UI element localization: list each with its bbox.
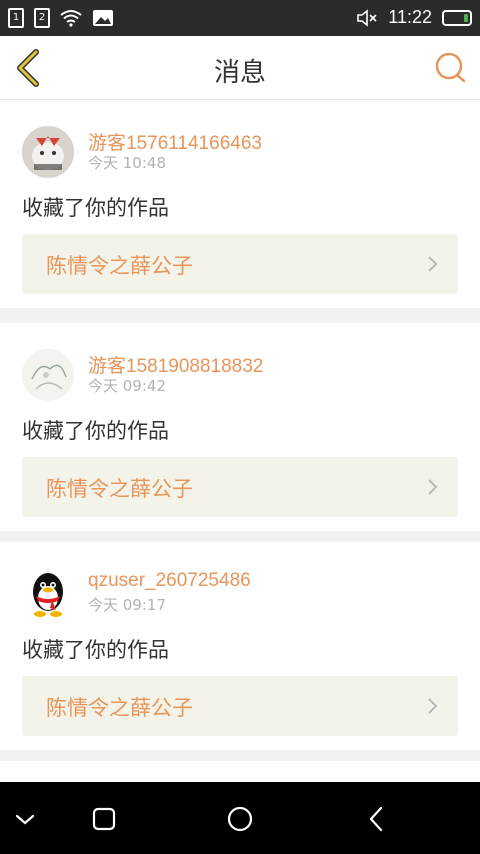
work-link[interactable]: 陈情令之薛公子 — [22, 676, 458, 736]
wifi-icon — [60, 10, 82, 27]
recent-apps-icon[interactable] — [89, 804, 119, 834]
work-link[interactable]: 陈情令之薛公子 — [22, 234, 458, 294]
message-card-partial — [0, 761, 480, 782]
message-action: 收藏了你的作品 — [22, 196, 169, 220]
message-card: 游客1576114166463 今天 10:48 收藏了你的作品 陈情令之薛公子 — [0, 100, 480, 308]
system-nav-bar — [0, 782, 480, 854]
username[interactable]: 游客1581908818832 — [88, 351, 263, 378]
search-icon[interactable] — [430, 48, 470, 88]
chevron-right-icon — [428, 698, 438, 714]
work-title: 陈情令之薛公子 — [46, 477, 193, 501]
message-time: 今天 10:48 — [88, 154, 166, 172]
work-link[interactable]: 陈情令之薛公子 — [22, 457, 458, 517]
sim1-icon: 1 — [8, 8, 24, 28]
sim2-icon: 2 — [34, 8, 50, 28]
home-icon[interactable] — [225, 804, 255, 834]
user-avatar[interactable] — [22, 349, 74, 401]
work-title: 陈情令之薛公子 — [46, 254, 193, 278]
status-time: 11:22 — [388, 7, 432, 27]
image-notification-icon — [93, 10, 113, 26]
username[interactable]: 游客1576114166463 — [88, 128, 262, 155]
qq-penguin-avatar[interactable] — [22, 568, 74, 620]
username[interactable]: qzuser_260725486 — [88, 570, 251, 592]
mute-icon — [357, 8, 377, 27]
message-action: 收藏了你的作品 — [22, 419, 169, 443]
chevron-right-icon — [428, 256, 438, 272]
status-bar-left: 1 2 — [8, 8, 114, 28]
user-avatar[interactable] — [22, 126, 74, 178]
message-time: 今天 09:17 — [88, 596, 166, 614]
chevron-right-icon — [428, 479, 438, 495]
status-bar: 1 2 11:22 — [0, 0, 480, 36]
message-card: qzuser_260725486 今天 09:17 收藏了你的作品 陈情令之薛公… — [0, 542, 480, 750]
status-bar-right: 11:22 — [356, 7, 472, 28]
chevron-down-icon[interactable] — [10, 804, 40, 834]
back-icon[interactable] — [362, 804, 392, 834]
message-time: 今天 09:42 — [88, 377, 166, 395]
page-title: 消息 — [213, 58, 266, 88]
work-title: 陈情令之薛公子 — [46, 696, 193, 720]
battery-icon — [442, 9, 472, 26]
top-nav-bar: 消息 — [0, 36, 480, 100]
message-action: 收藏了你的作品 — [22, 638, 169, 662]
message-card: 游客1581908818832 今天 09:42 收藏了你的作品 陈情令之薛公子 — [0, 323, 480, 531]
